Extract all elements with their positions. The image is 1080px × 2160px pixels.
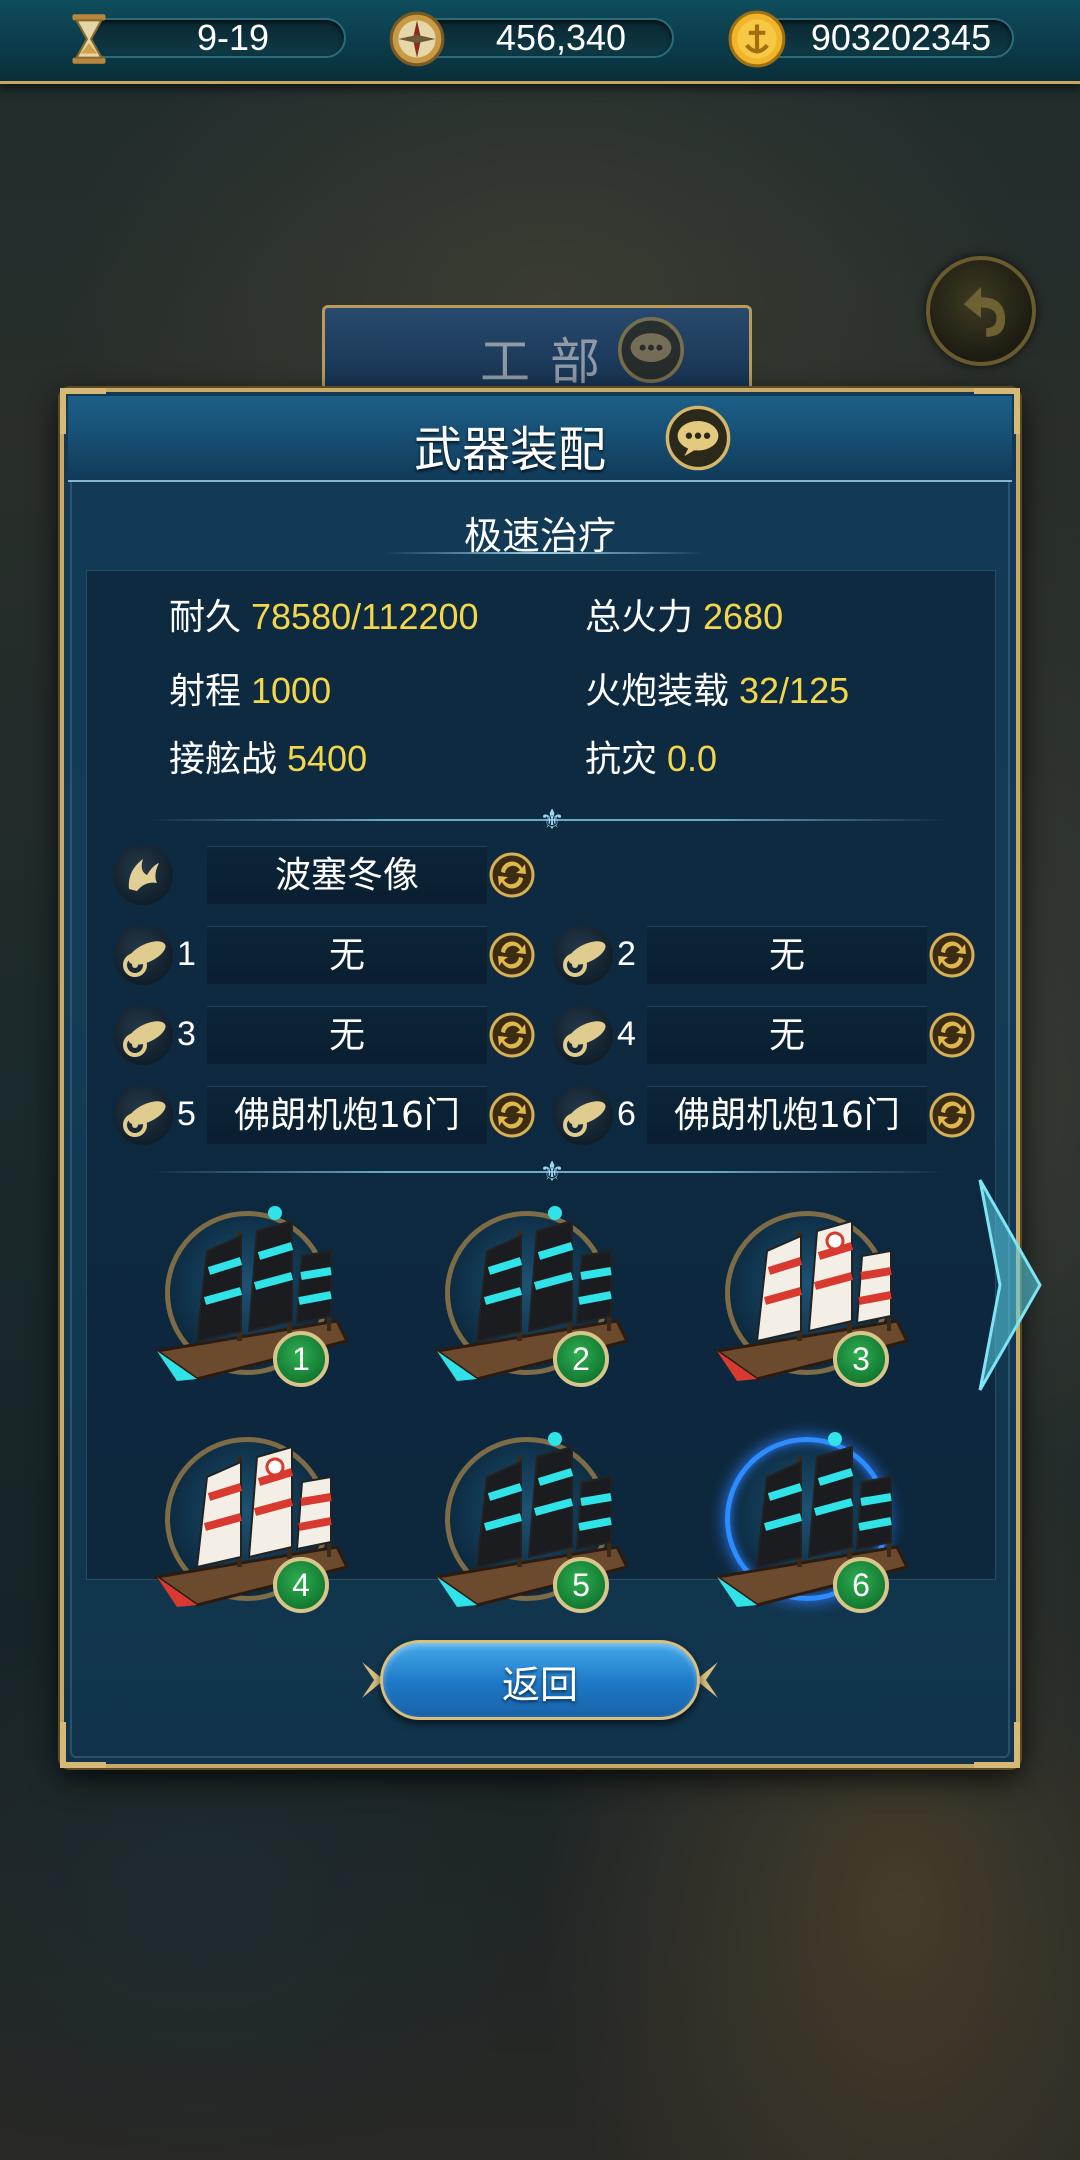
figurehead-field[interactable]: 波塞冬像 (207, 846, 487, 904)
stat-durability: 耐久 78580/112200 (169, 595, 479, 640)
cannon-slot-number: 3 (177, 1015, 196, 1053)
cannon-slot-field[interactable]: 佛朗机炮16门 (207, 1086, 487, 1144)
wing-icon (128, 859, 159, 891)
ship-info-panel: 耐久 78580/112200 总火力 2680 射程 1000 火炮装载 32/125… (86, 570, 996, 1613)
stat-label: 抗灾 (585, 739, 658, 780)
ship-icon (713, 1219, 910, 1381)
ship-icon (433, 1206, 630, 1381)
back-arrow-icon (963, 286, 1006, 337)
time-value: 9-19 (196, 17, 270, 58)
ship-name-underline (384, 552, 704, 554)
ship-icon (433, 1432, 630, 1607)
building-title-banner: 工部 (322, 305, 752, 395)
cannon-slot-icon (553, 925, 613, 985)
divider-knot-icon: ⚜ (539, 803, 565, 836)
gold-value: 903202345 (810, 17, 992, 58)
section-divider: ⚜ (147, 805, 947, 835)
swap-icon[interactable] (489, 1092, 535, 1138)
stat-value: 5400 (287, 738, 368, 779)
stat-label: 火炮装载 (585, 671, 730, 712)
cannon-slot-icon (113, 1005, 173, 1065)
swap-icon[interactable] (489, 1012, 535, 1058)
fleet-ship-slot[interactable]: 2 (407, 1191, 647, 1401)
stat-firepower: 总火力 2680 (585, 595, 783, 640)
corner-ornament (60, 388, 106, 434)
stat-disaster-resist: 抗灾 0.0 (585, 737, 717, 782)
ship-number-badge: 1 (273, 1331, 329, 1387)
stat-value: 1000 (251, 670, 332, 711)
stat-value: 78580/112200 (251, 596, 479, 637)
return-label: 返回 (501, 1663, 578, 1707)
swap-icon[interactable] (929, 1092, 975, 1138)
ship-number-badge: 2 (553, 1331, 609, 1387)
stat-value: 0.0 (667, 738, 718, 779)
dialog-header: 武器装配 (68, 396, 1012, 482)
divider-knot-icon: ⚜ (539, 1155, 565, 1188)
swap-icon[interactable] (929, 932, 975, 978)
swap-icon[interactable] (489, 932, 535, 978)
cannon-slot-icon (553, 1005, 613, 1065)
cannon-icon (123, 1021, 166, 1057)
stat-label: 耐久 (169, 597, 242, 638)
corner-ornament (974, 388, 1020, 434)
stat-label: 总火力 (585, 597, 694, 638)
cannon-slot-number: 4 (617, 1015, 636, 1053)
cannon-slot-number: 1 (177, 935, 196, 973)
fleet-ship-slot[interactable]: 6 (687, 1417, 927, 1627)
cannon-icon (123, 941, 166, 977)
cannon-slot-number: 5 (177, 1095, 196, 1133)
next-page-arrow-icon[interactable] (970, 1170, 1050, 1400)
fleet-ship-slot[interactable]: 5 (407, 1417, 647, 1627)
fleet-ship-slot[interactable]: 1 (127, 1191, 367, 1401)
corner-ornament (974, 1722, 1020, 1768)
cannon-slot-field[interactable]: 无 (207, 1006, 487, 1064)
swap-icon[interactable] (489, 852, 535, 898)
cannon-icon (563, 1021, 606, 1057)
building-title: 工部 (480, 333, 620, 391)
compass-icon (389, 11, 445, 67)
cannon-icon (563, 1101, 606, 1137)
cannon-slot-number: 6 (617, 1095, 636, 1133)
ship-icon (713, 1432, 910, 1607)
ship-number-badge: 6 (833, 1557, 889, 1613)
resource-bar: 9-19 456,340 903202345 (0, 0, 1080, 84)
weapon-equip-dialog: 武器装配 极速治疗 耐久 78580/112200 总火力 2680 射程 1000 … (60, 388, 1042, 1768)
stat-value: 32/125 (739, 670, 850, 711)
return-button[interactable]: 返回 (356, 1632, 724, 1728)
stat-value: 2680 (703, 596, 784, 637)
cannon-slot-field[interactable]: 无 (647, 926, 927, 984)
fleet-ship-slot[interactable]: 3 (687, 1191, 927, 1401)
swap-icon[interactable] (929, 1012, 975, 1058)
cannon-icon (563, 941, 606, 977)
cannon-icon (123, 1101, 166, 1137)
figurehead-slot-icon (113, 845, 173, 905)
stat-boarding: 接舷战 5400 (169, 737, 367, 782)
stat-range: 射程 1000 (169, 669, 331, 714)
ship-icon (153, 1445, 350, 1607)
cannon-slot-field[interactable]: 佛朗机炮16门 (647, 1086, 927, 1144)
stat-label: 射程 (169, 671, 242, 712)
compass-value: 456,340 (495, 17, 627, 58)
fleet-ship-slot[interactable]: 4 (127, 1417, 367, 1627)
chat-icon[interactable] (615, 314, 687, 386)
cannon-slot-field[interactable]: 无 (207, 926, 487, 984)
cannon-slot-number: 2 (617, 935, 636, 973)
section-divider: ⚜ (147, 1157, 947, 1187)
cannon-slot-field[interactable]: 无 (647, 1006, 927, 1064)
dialog-title: 武器装配 (413, 422, 606, 478)
ship-number-badge: 5 (553, 1557, 609, 1613)
back-button[interactable] (926, 256, 1036, 366)
hourglass-icon (72, 14, 106, 64)
cannon-slot-icon (553, 1085, 613, 1145)
stat-cannon-load: 火炮装载 32/125 (585, 669, 849, 714)
ship-number-badge: 3 (833, 1331, 889, 1387)
gold-coin-icon (728, 10, 786, 68)
chat-icon[interactable] (664, 404, 732, 472)
stat-label: 接舷战 (169, 739, 278, 780)
corner-ornament (60, 1722, 106, 1768)
cannon-slot-icon (113, 1085, 173, 1145)
cannon-slot-icon (113, 925, 173, 985)
ship-number-badge: 4 (273, 1557, 329, 1613)
ship-icon (153, 1206, 350, 1381)
